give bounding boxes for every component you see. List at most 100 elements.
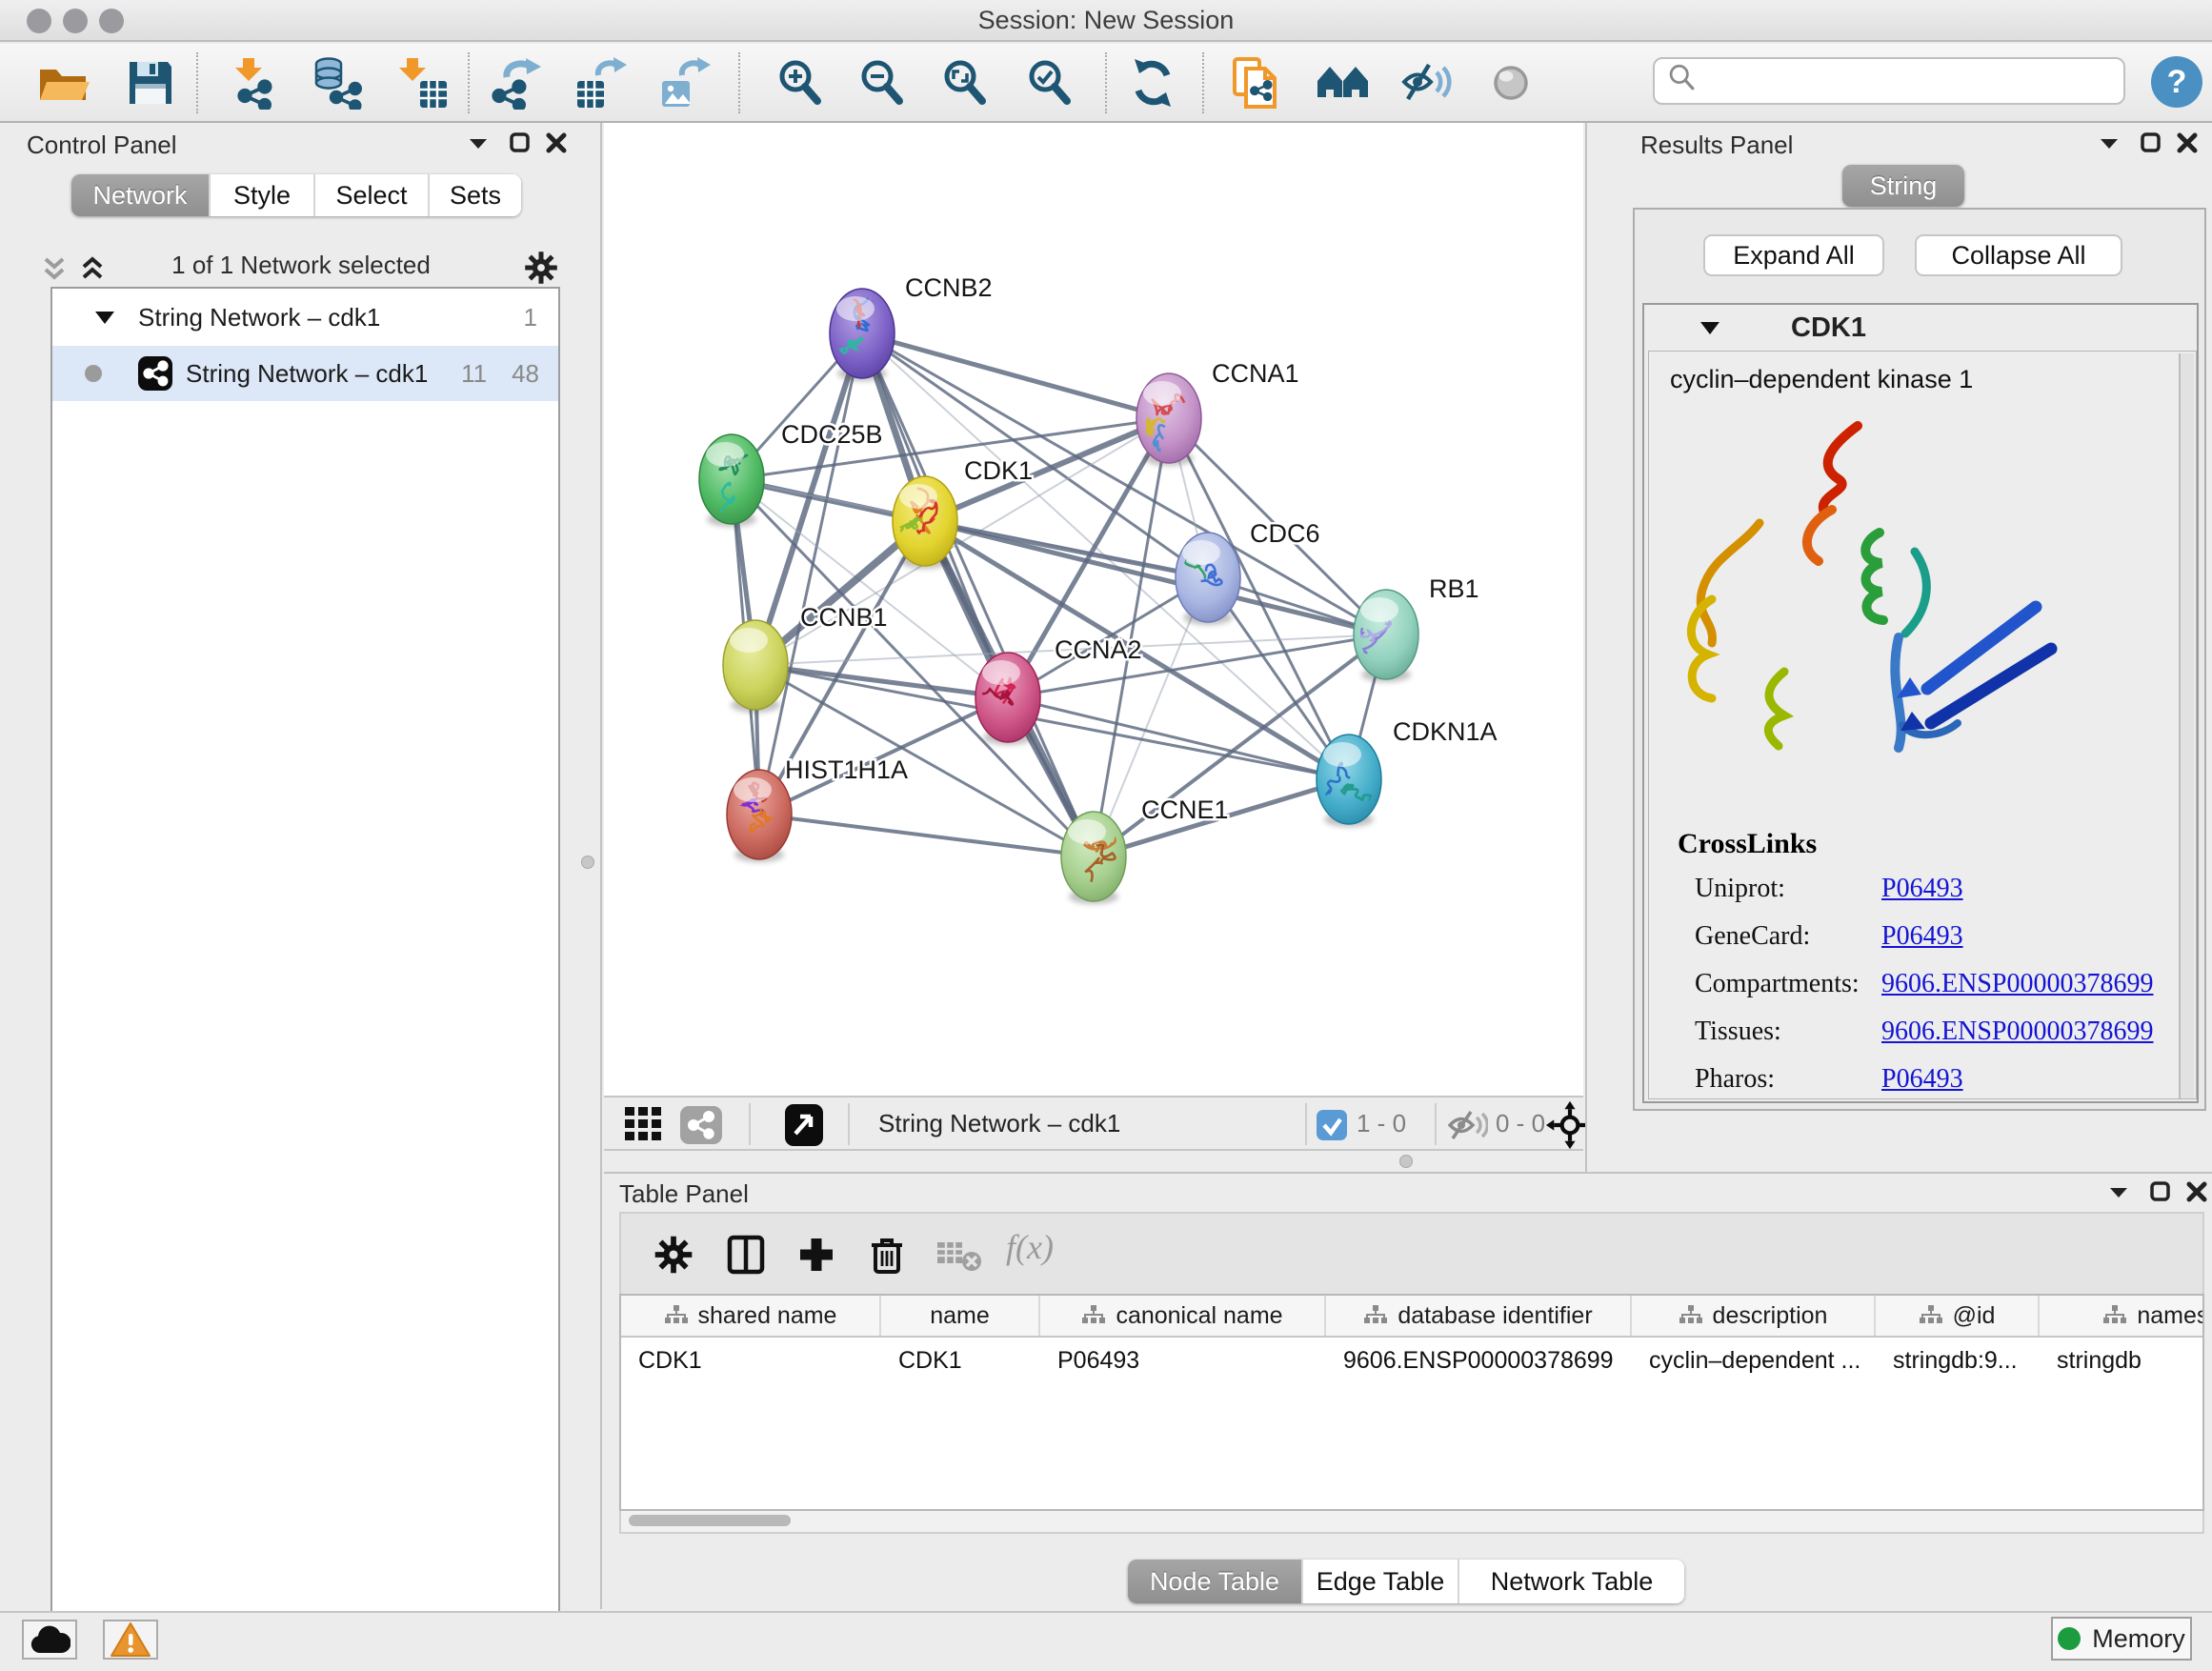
- cdk1-entry-header[interactable]: CDK1: [1644, 305, 2197, 351]
- tab-node-table[interactable]: Node Table: [1128, 1560, 1303, 1603]
- table-cell[interactable]: P06493: [1040, 1339, 1326, 1381]
- column-header-databaseidentifier[interactable]: database identifier: [1326, 1296, 1632, 1336]
- collapse-all-button[interactable]: Collapse All: [1915, 234, 2122, 276]
- zoom-selected-icon[interactable]: [1023, 56, 1076, 110]
- tab-edge-table[interactable]: Edge Table: [1303, 1560, 1459, 1603]
- open-session-icon[interactable]: [36, 56, 90, 110]
- left-splitter-handle[interactable]: [581, 856, 594, 869]
- help-icon[interactable]: ?: [2151, 56, 2202, 108]
- crosslink-value-link[interactable]: P06493: [1881, 874, 1963, 904]
- add-column-icon[interactable]: [794, 1233, 838, 1277]
- export-table-icon[interactable]: [573, 56, 627, 110]
- column-header-description[interactable]: description: [1632, 1296, 1876, 1336]
- export-network-icon[interactable]: [490, 56, 543, 110]
- table-cell[interactable]: 9606.ENSP00000378699: [1326, 1339, 1632, 1381]
- network-edge[interactable]: [925, 418, 1169, 521]
- network-edge[interactable]: [759, 815, 1094, 856]
- expand-all-button[interactable]: Expand All: [1703, 234, 1884, 276]
- crosslink-value-link[interactable]: P06493: [1881, 921, 1963, 952]
- column-header-id[interactable]: @id: [1876, 1296, 2040, 1336]
- table-cell[interactable]: stringdb:9...: [1876, 1339, 2040, 1381]
- share-view-icon[interactable]: [680, 1106, 722, 1144]
- scrollbar-thumb[interactable]: [629, 1515, 791, 1526]
- birds-eye-icon[interactable]: [1484, 56, 1538, 110]
- network-node-ccnb1[interactable]: [723, 620, 788, 713]
- grid-view-icon[interactable]: [623, 1106, 665, 1144]
- tab-string[interactable]: String: [1842, 165, 1964, 207]
- tab-sets[interactable]: Sets: [430, 174, 521, 216]
- zoom-out-icon[interactable]: [855, 56, 909, 110]
- table-panel-float-button[interactable]: [2100, 1176, 2138, 1208]
- collection-disclosure-icon[interactable]: [92, 305, 117, 330]
- network-node-cdc6[interactable]: [1172, 533, 1240, 625]
- cloud-button[interactable]: [22, 1620, 77, 1660]
- warnings-button[interactable]: [103, 1620, 158, 1660]
- hide-unhide-icon[interactable]: [1401, 56, 1455, 110]
- table-cell[interactable]: CDK1: [621, 1339, 881, 1381]
- search-input[interactable]: [1706, 67, 2123, 96]
- search-field[interactable]: [1653, 57, 2125, 105]
- save-session-icon[interactable]: [124, 56, 177, 110]
- show-columns-icon[interactable]: [724, 1233, 768, 1277]
- function-builder-icon[interactable]: f(x): [1006, 1227, 1054, 1267]
- tab-style[interactable]: Style: [211, 174, 315, 216]
- results-panel-float-button[interactable]: [2090, 127, 2128, 159]
- string-homes-icon[interactable]: [1317, 56, 1370, 110]
- column-header-canonicalname[interactable]: canonical name: [1040, 1296, 1326, 1336]
- table-panel-close-button[interactable]: [2178, 1176, 2212, 1208]
- network-node-ccnb2[interactable]: [830, 289, 895, 381]
- import-table-icon[interactable]: [395, 56, 449, 110]
- control-panel-float-button[interactable]: [459, 127, 497, 159]
- network-edge[interactable]: [759, 333, 862, 815]
- bottom-splitter-handle[interactable]: [1399, 1155, 1413, 1168]
- crosslink-value-link[interactable]: P06493: [1881, 1064, 1963, 1095]
- results-panel-maximize-button[interactable]: [2132, 127, 2170, 159]
- column-header-namespace[interactable]: namespace: [2040, 1296, 2204, 1336]
- table-panel-maximize-button[interactable]: [2142, 1176, 2180, 1208]
- tab-network-table[interactable]: Network Table: [1459, 1560, 1684, 1603]
- tab-network[interactable]: Network: [71, 174, 211, 216]
- network-edge[interactable]: [1008, 697, 1349, 779]
- table-cell[interactable]: cyclin–dependent ...: [1632, 1339, 1876, 1381]
- network-edge[interactable]: [755, 665, 1008, 697]
- table-settings-gear-icon[interactable]: [652, 1233, 695, 1277]
- control-panel-maximize-button[interactable]: [501, 127, 539, 159]
- table-row[interactable]: CDK1CDK1P064939606.ENSP00000378699cyclin…: [621, 1339, 2204, 1381]
- results-vertical-scrollbar[interactable]: [2179, 353, 2194, 1098]
- detach-view-icon[interactable]: [785, 1104, 823, 1146]
- network-node-ccna1[interactable]: [1135, 373, 1201, 466]
- entry-disclosure-icon[interactable]: [1698, 315, 1722, 340]
- hidden-eye-icon[interactable]: [1448, 1109, 1488, 1141]
- network-collection-row[interactable]: String Network – cdk1 1: [52, 289, 558, 346]
- table-cell[interactable]: CDK1: [881, 1339, 1040, 1381]
- export-image-icon[interactable]: [657, 56, 711, 110]
- crosslink-value-link[interactable]: 9606.ENSP00000378699: [1881, 969, 2153, 999]
- delete-column-trash-icon[interactable]: [865, 1233, 909, 1277]
- network-row[interactable]: String Network – cdk1 11 48: [52, 346, 558, 401]
- zoom-in-icon[interactable]: [774, 56, 827, 110]
- network-node-ccne1[interactable]: [1061, 812, 1126, 904]
- results-panel-close-button[interactable]: [2168, 127, 2206, 159]
- network-node-cdkn1a[interactable]: [1317, 735, 1381, 827]
- delete-table-icon[interactable]: [935, 1237, 983, 1273]
- clone-network-icon[interactable]: [1229, 56, 1282, 110]
- network-node-cdk1[interactable]: [893, 476, 957, 569]
- table-cell[interactable]: stringdb: [2040, 1339, 2204, 1381]
- control-panel-close-button[interactable]: [537, 127, 575, 159]
- zoom-fit-icon[interactable]: [938, 56, 992, 110]
- table-horizontal-scrollbar[interactable]: [619, 1511, 2204, 1534]
- memory-button[interactable]: Memory: [2051, 1617, 2192, 1661]
- tab-select[interactable]: Select: [315, 174, 430, 216]
- crosslink-value-link[interactable]: 9606.ENSP00000378699: [1881, 1017, 2153, 1047]
- network-graph[interactable]: CCNB2CCNA1CDC25BCDK1CDC6RB1CCNB1CCNA2CDK…: [604, 123, 1583, 1096]
- column-header-sharedname[interactable]: shared name: [621, 1296, 881, 1336]
- network-node-rb1[interactable]: [1349, 590, 1418, 682]
- network-node-cdc25b[interactable]: [698, 434, 764, 527]
- import-network-icon[interactable]: [228, 56, 281, 110]
- import-database-icon[interactable]: [312, 56, 365, 110]
- selected-checkbox-icon[interactable]: [1317, 1110, 1347, 1140]
- network-node-hist1h1a[interactable]: [727, 770, 792, 862]
- network-options-gear-icon[interactable]: [522, 249, 560, 287]
- column-header-name[interactable]: name: [881, 1296, 1040, 1336]
- refresh-icon[interactable]: [1126, 56, 1179, 110]
